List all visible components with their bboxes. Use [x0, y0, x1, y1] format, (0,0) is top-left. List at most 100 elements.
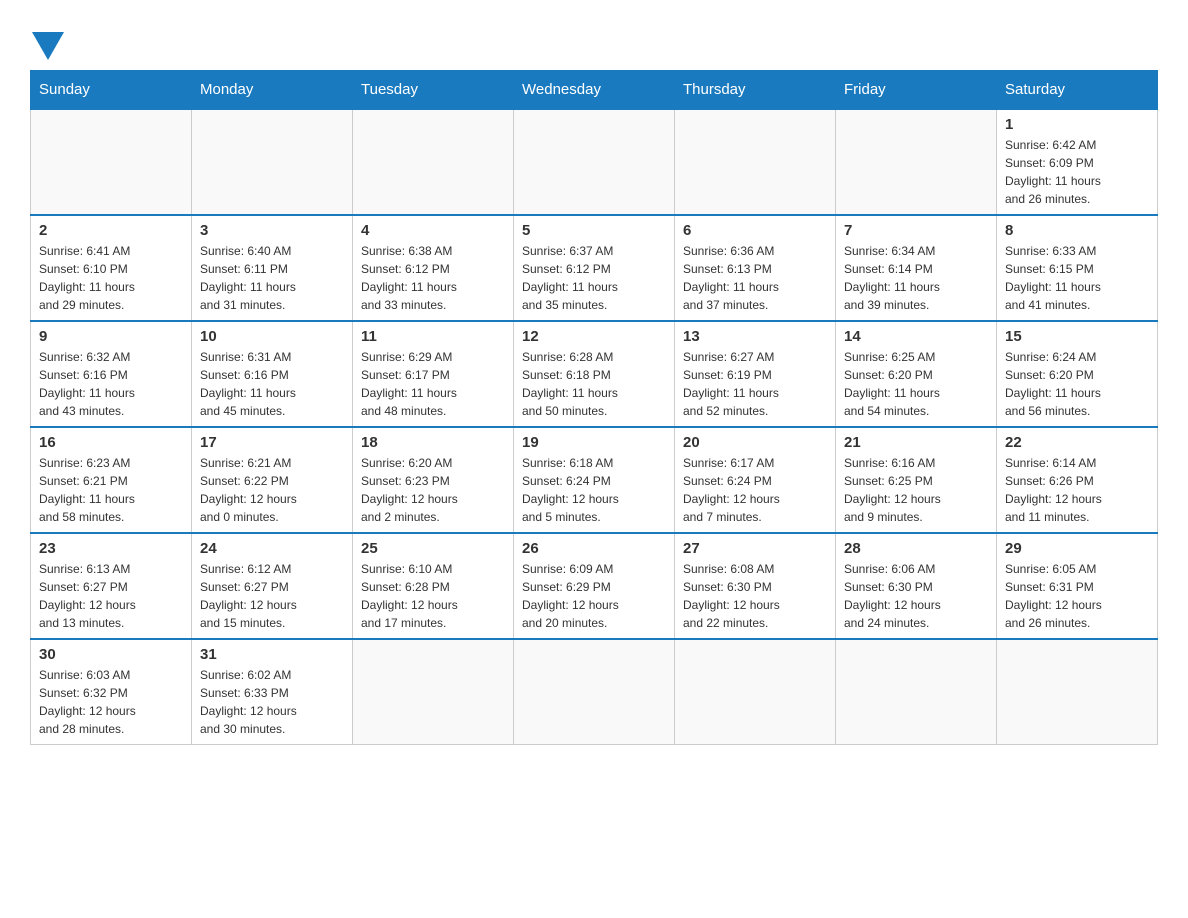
calendar-cell: 4Sunrise: 6:38 AM Sunset: 6:12 PM Daylig…: [353, 215, 514, 321]
calendar-cell: [353, 639, 514, 745]
week-row-5: 23Sunrise: 6:13 AM Sunset: 6:27 PM Dayli…: [31, 533, 1158, 639]
calendar-cell: 19 Sunrise: 6:18 AM Sunset: 6:24 PM Dayli…: [514, 427, 675, 533]
day-number: 14: [844, 328, 988, 345]
calendar-cell: 18 Sunrise: 6:20 AM Sunset: 6:23 PM Dayli…: [353, 427, 514, 533]
weekday-header-sunday: Sunday: [31, 71, 192, 110]
day-number: 29: [1005, 540, 1149, 557]
calendar-cell: 14 Sunrise: 6:25 AM Sunset: 6:20 PM Dayli…: [836, 321, 997, 427]
calendar-cell: 31 Sunrise: 6:02 AM Sunset: 6:33 PM Dayli…: [192, 639, 353, 745]
calendar-cell: 30 Sunrise: 6:03 AM Sunset: 6:32 PM Dayli…: [31, 639, 192, 745]
day-number: 19: [522, 434, 666, 451]
calendar-cell: 16 Sunrise: 6:23 AM Sunset: 6:21 PM Dayli…: [31, 427, 192, 533]
calendar-cell: 11 Sunrise: 6:29 AM Sunset: 6:17 PM Dayli…: [353, 321, 514, 427]
day-number: 15: [1005, 328, 1149, 345]
day-info: Sunrise: 6:05 AM Sunset: 6:31 PM Dayligh…: [1005, 560, 1149, 632]
day-number: 16: [39, 434, 183, 451]
day-info: Sunrise: 6:20 AM Sunset: 6:23 PM Dayligh…: [361, 454, 505, 526]
day-info: Sunrise: 6:14 AM Sunset: 6:26 PM Dayligh…: [1005, 454, 1149, 526]
logo: [30, 30, 64, 60]
day-number: 6: [683, 222, 827, 239]
day-info: Sunrise: 6:06 AM Sunset: 6:30 PM Dayligh…: [844, 560, 988, 632]
calendar-cell: 2 Sunrise: 6:41 AM Sunset: 6:10 PM Daylig…: [31, 215, 192, 321]
day-number: 17: [200, 434, 344, 451]
calendar-table: SundayMondayTuesdayWednesdayThursdayFrid…: [30, 70, 1158, 745]
day-info: Sunrise: 6:31 AM Sunset: 6:16 PM Dayligh…: [200, 348, 344, 420]
day-info: Sunrise: 6:34 AM Sunset: 6:14 PM Dayligh…: [844, 242, 988, 314]
day-number: 5: [522, 222, 666, 239]
day-number: 1: [1005, 116, 1149, 133]
calendar-cell: 10 Sunrise: 6:31 AM Sunset: 6:16 PM Dayli…: [192, 321, 353, 427]
calendar-cell: 24Sunrise: 6:12 AM Sunset: 6:27 PM Dayli…: [192, 533, 353, 639]
weekday-header-wednesday: Wednesday: [514, 71, 675, 110]
day-number: 25: [361, 540, 505, 557]
calendar-cell: 6Sunrise: 6:36 AM Sunset: 6:13 PM Daylig…: [675, 215, 836, 321]
calendar-cell: 12 Sunrise: 6:28 AM Sunset: 6:18 PM Dayli…: [514, 321, 675, 427]
day-info: Sunrise: 6:40 AM Sunset: 6:11 PM Dayligh…: [200, 242, 344, 314]
day-info: Sunrise: 6:10 AM Sunset: 6:28 PM Dayligh…: [361, 560, 505, 632]
day-info: Sunrise: 6:29 AM Sunset: 6:17 PM Dayligh…: [361, 348, 505, 420]
day-number: 21: [844, 434, 988, 451]
calendar-cell: 9Sunrise: 6:32 AM Sunset: 6:16 PM Daylig…: [31, 321, 192, 427]
day-info: Sunrise: 6:13 AM Sunset: 6:27 PM Dayligh…: [39, 560, 183, 632]
day-info: Sunrise: 6:03 AM Sunset: 6:32 PM Dayligh…: [39, 666, 183, 738]
calendar-cell: [514, 639, 675, 745]
calendar-cell: 15Sunrise: 6:24 AM Sunset: 6:20 PM Dayli…: [997, 321, 1158, 427]
weekday-header-tuesday: Tuesday: [353, 71, 514, 110]
day-number: 8: [1005, 222, 1149, 239]
week-row-2: 2 Sunrise: 6:41 AM Sunset: 6:10 PM Daylig…: [31, 215, 1158, 321]
day-number: 10: [200, 328, 344, 345]
day-number: 27: [683, 540, 827, 557]
week-row-3: 9Sunrise: 6:32 AM Sunset: 6:16 PM Daylig…: [31, 321, 1158, 427]
calendar-cell: [514, 109, 675, 215]
calendar-cell: [31, 109, 192, 215]
calendar-cell: 26Sunrise: 6:09 AM Sunset: 6:29 PM Dayli…: [514, 533, 675, 639]
calendar-cell: 25 Sunrise: 6:10 AM Sunset: 6:28 PM Dayli…: [353, 533, 514, 639]
calendar-cell: [836, 109, 997, 215]
day-number: 11: [361, 328, 505, 345]
day-number: 30: [39, 646, 183, 663]
day-number: 12: [522, 328, 666, 345]
day-info: Sunrise: 6:18 AM Sunset: 6:24 PM Dayligh…: [522, 454, 666, 526]
day-info: Sunrise: 6:17 AM Sunset: 6:24 PM Dayligh…: [683, 454, 827, 526]
calendar-cell: 22 Sunrise: 6:14 AM Sunset: 6:26 PM Dayli…: [997, 427, 1158, 533]
day-number: 7: [844, 222, 988, 239]
week-row-6: 30 Sunrise: 6:03 AM Sunset: 6:32 PM Dayli…: [31, 639, 1158, 745]
day-number: 31: [200, 646, 344, 663]
day-info: Sunrise: 6:27 AM Sunset: 6:19 PM Dayligh…: [683, 348, 827, 420]
calendar-cell: 3Sunrise: 6:40 AM Sunset: 6:11 PM Daylig…: [192, 215, 353, 321]
calendar-cell: [997, 639, 1158, 745]
day-info: Sunrise: 6:23 AM Sunset: 6:21 PM Dayligh…: [39, 454, 183, 526]
calendar-cell: [192, 109, 353, 215]
day-number: 22: [1005, 434, 1149, 451]
day-info: Sunrise: 6:28 AM Sunset: 6:18 PM Dayligh…: [522, 348, 666, 420]
calendar-cell: 8 Sunrise: 6:33 AM Sunset: 6:15 PM Daylig…: [997, 215, 1158, 321]
day-info: Sunrise: 6:37 AM Sunset: 6:12 PM Dayligh…: [522, 242, 666, 314]
day-number: 28: [844, 540, 988, 557]
weekday-header-saturday: Saturday: [997, 71, 1158, 110]
calendar-cell: 28 Sunrise: 6:06 AM Sunset: 6:30 PM Dayli…: [836, 533, 997, 639]
page-header: [30, 20, 1158, 60]
day-number: 24: [200, 540, 344, 557]
day-info: Sunrise: 6:02 AM Sunset: 6:33 PM Dayligh…: [200, 666, 344, 738]
weekday-header-monday: Monday: [192, 71, 353, 110]
day-number: 9: [39, 328, 183, 345]
day-number: 26: [522, 540, 666, 557]
day-number: 2: [39, 222, 183, 239]
week-row-1: 1Sunrise: 6:42 AM Sunset: 6:09 PM Daylig…: [31, 109, 1158, 215]
calendar-cell: 13Sunrise: 6:27 AM Sunset: 6:19 PM Dayli…: [675, 321, 836, 427]
calendar-cell: [353, 109, 514, 215]
day-info: Sunrise: 6:25 AM Sunset: 6:20 PM Dayligh…: [844, 348, 988, 420]
day-number: 20: [683, 434, 827, 451]
calendar-cell: 7 Sunrise: 6:34 AM Sunset: 6:14 PM Daylig…: [836, 215, 997, 321]
calendar-cell: 27Sunrise: 6:08 AM Sunset: 6:30 PM Dayli…: [675, 533, 836, 639]
day-number: 18: [361, 434, 505, 451]
day-info: Sunrise: 6:33 AM Sunset: 6:15 PM Dayligh…: [1005, 242, 1149, 314]
calendar-cell: 23Sunrise: 6:13 AM Sunset: 6:27 PM Dayli…: [31, 533, 192, 639]
calendar-cell: 29 Sunrise: 6:05 AM Sunset: 6:31 PM Dayli…: [997, 533, 1158, 639]
day-info: Sunrise: 6:41 AM Sunset: 6:10 PM Dayligh…: [39, 242, 183, 314]
logo-triangle-icon: [32, 32, 64, 60]
weekday-header-row: SundayMondayTuesdayWednesdayThursdayFrid…: [31, 71, 1158, 110]
calendar-cell: [675, 109, 836, 215]
day-info: Sunrise: 6:21 AM Sunset: 6:22 PM Dayligh…: [200, 454, 344, 526]
calendar-cell: 5 Sunrise: 6:37 AM Sunset: 6:12 PM Daylig…: [514, 215, 675, 321]
